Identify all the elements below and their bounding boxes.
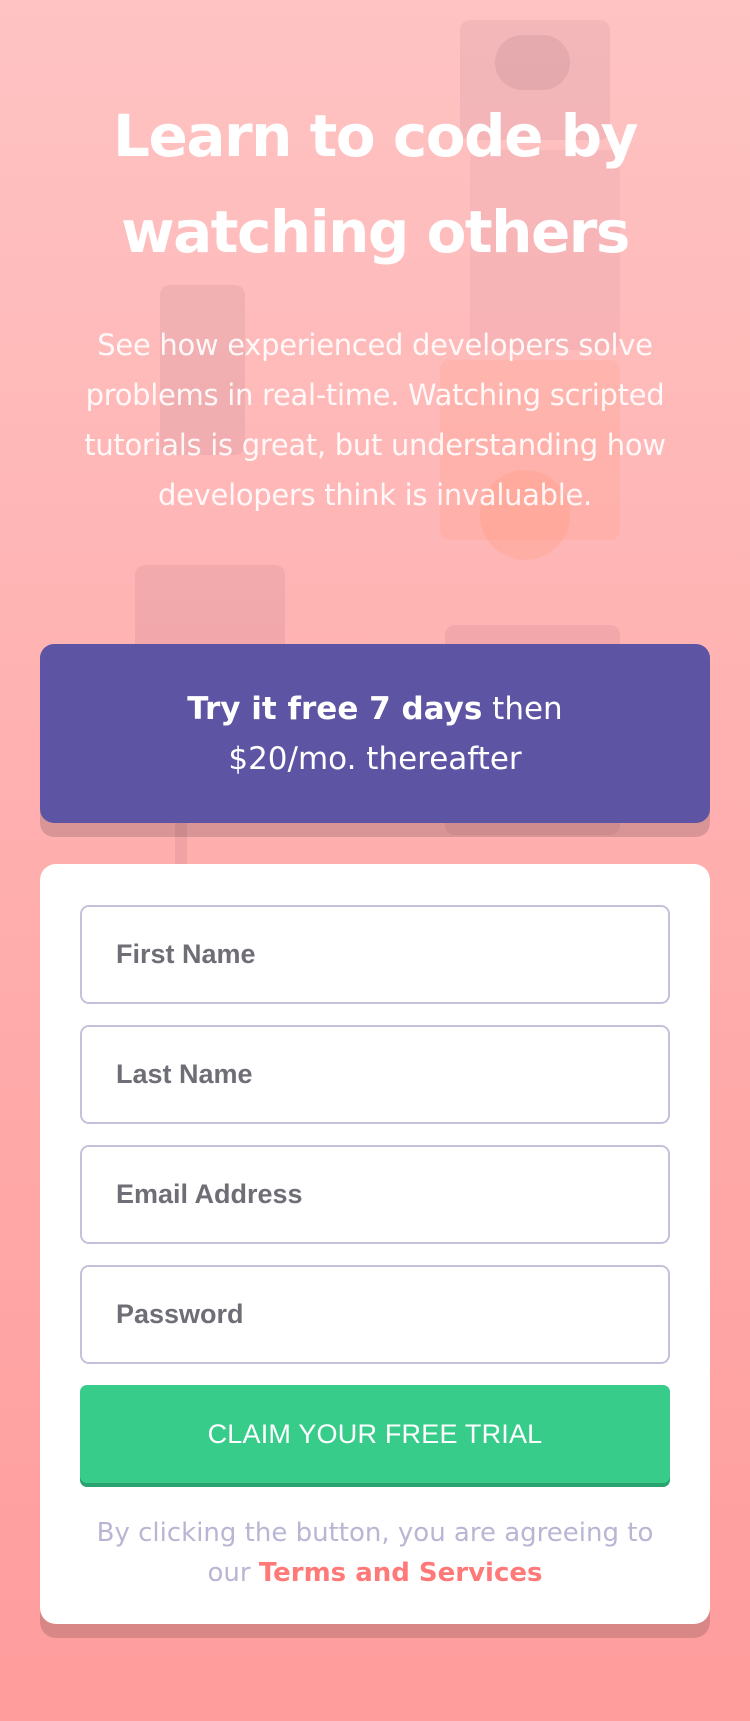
signup-form: CLAIM YOUR FREE TRIAL By clicking the bu… bbox=[40, 864, 710, 1624]
offer-banner: Try it free 7 days then $20/mo. thereaft… bbox=[40, 644, 710, 823]
offer-highlight: Try it free 7 days bbox=[187, 690, 483, 727]
claim-trial-button[interactable]: CLAIM YOUR FREE TRIAL bbox=[80, 1385, 670, 1483]
email-field[interactable] bbox=[80, 1145, 670, 1244]
hero-section: Learn to code by watching others See how… bbox=[0, 88, 750, 520]
terms-link[interactable]: Terms and Services bbox=[259, 1558, 543, 1588]
hero-description: See how experienced developers solve pro… bbox=[84, 328, 666, 512]
last-name-field[interactable] bbox=[80, 1025, 670, 1124]
page-title: Learn to code by watching others bbox=[113, 102, 638, 266]
offer-text: Try it free 7 days then $20/mo. thereaft… bbox=[165, 684, 585, 784]
terms-notice: By clicking the button, you are agreeing… bbox=[80, 1513, 670, 1593]
deco-shape bbox=[495, 35, 570, 90]
password-field[interactable] bbox=[80, 1265, 670, 1364]
first-name-field[interactable] bbox=[80, 905, 670, 1004]
